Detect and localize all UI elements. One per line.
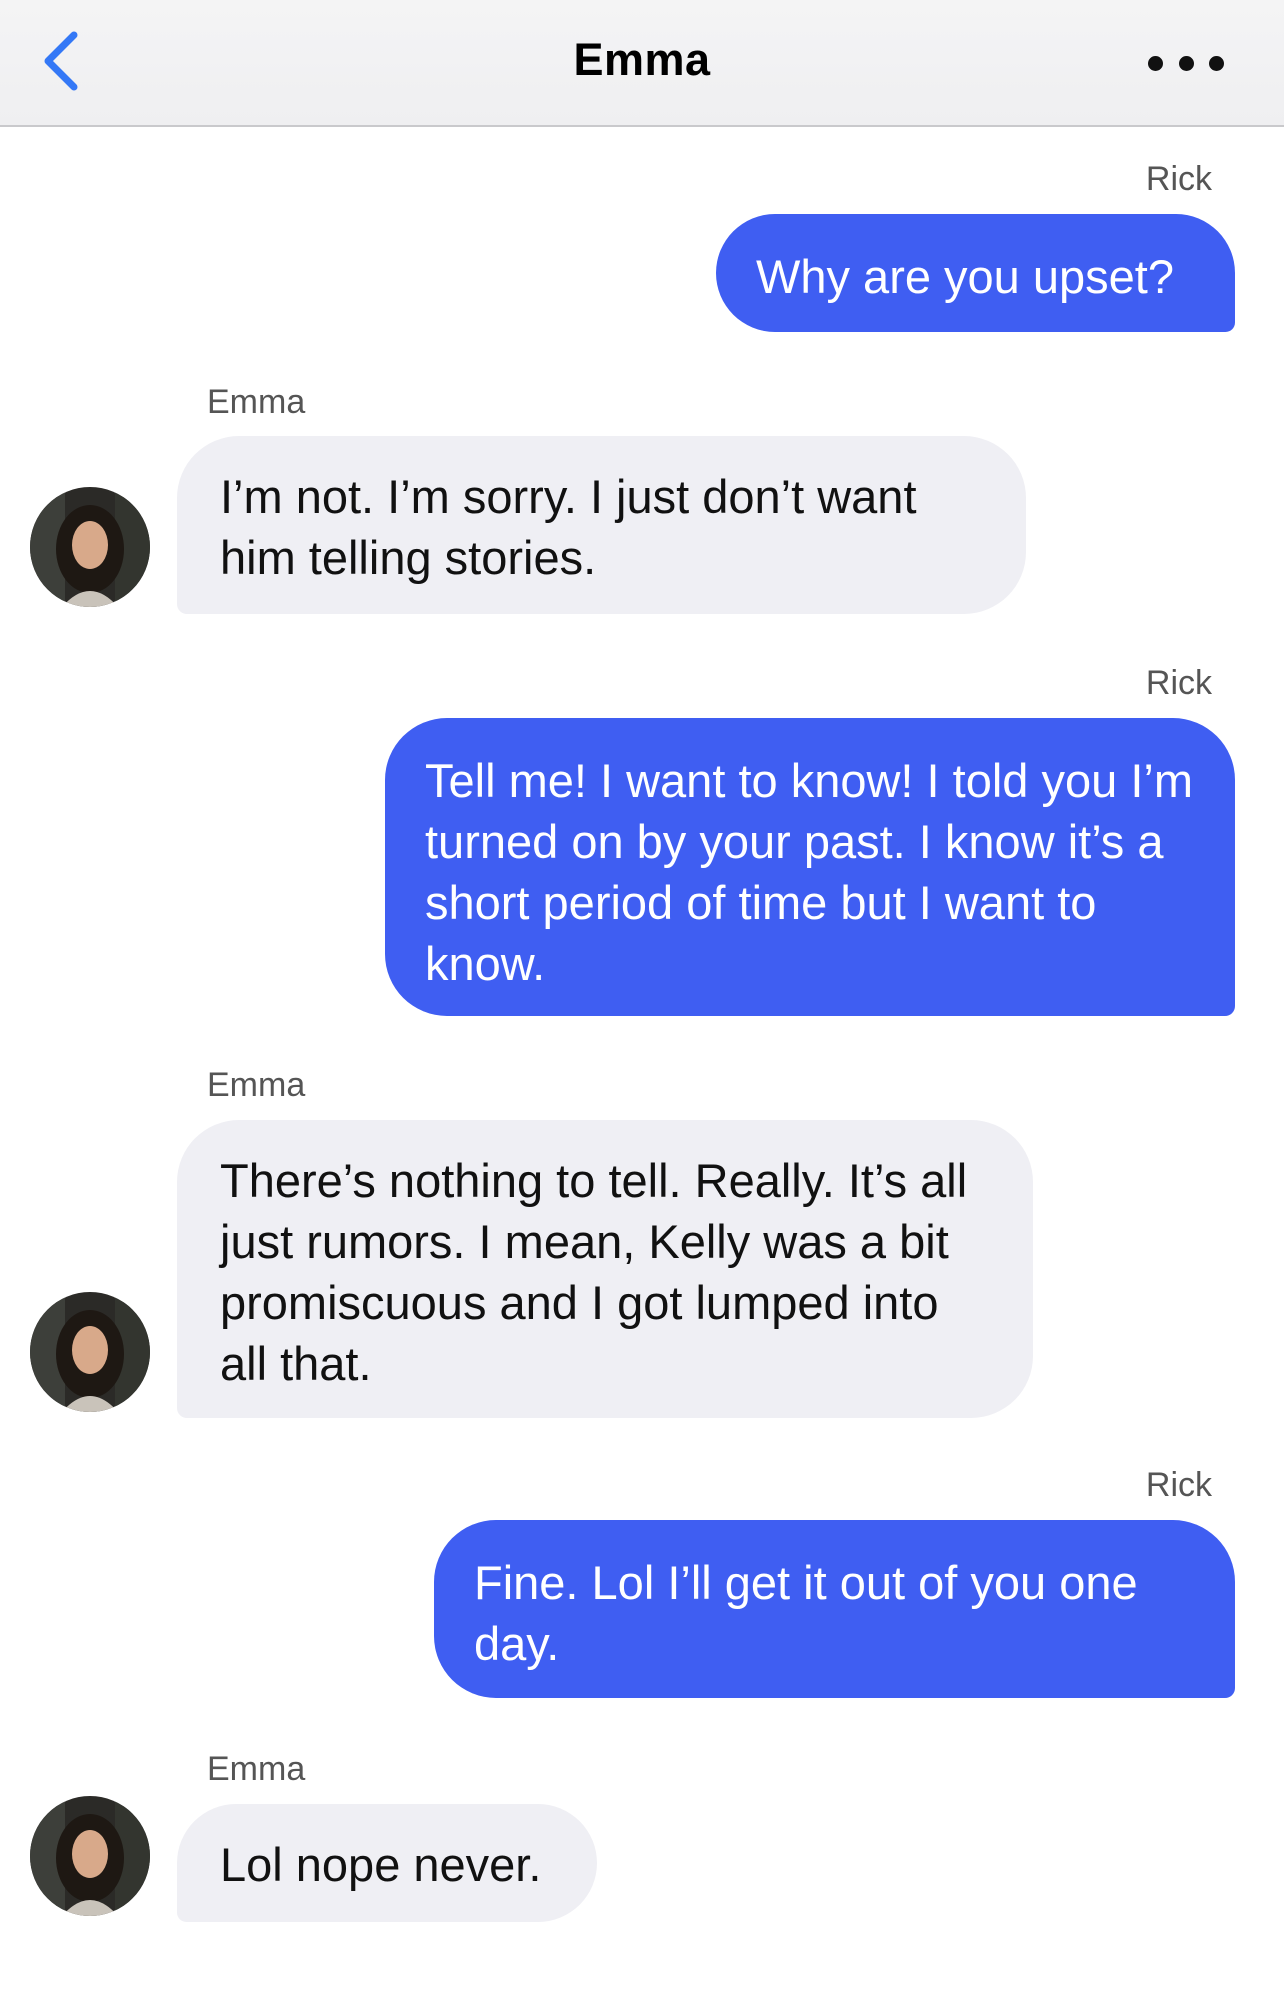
conversation-title: Emma xyxy=(573,34,711,85)
sender-name: Rick xyxy=(1145,664,1212,702)
incoming-message-bubble[interactable]: I’m not. I’m sorry. I just don’t want hi… xyxy=(177,436,1026,614)
sender-name: Emma xyxy=(207,383,306,421)
ellipsis-icon xyxy=(1148,55,1163,71)
avatar[interactable] xyxy=(30,487,150,607)
outgoing-message-bubble[interactable]: Why are you upset? xyxy=(716,214,1235,332)
incoming-message-bubble[interactable]: Lol nope never. xyxy=(177,1804,597,1922)
outgoing-message-bubble[interactable]: Fine. Lol I’ll get it out of you one day… xyxy=(434,1520,1235,1698)
avatar-image xyxy=(30,1796,150,1916)
avatar-image xyxy=(30,1292,150,1412)
sender-name: Emma xyxy=(207,1066,306,1104)
incoming-message-bubble[interactable]: There’s nothing to tell. Really. It’s al… xyxy=(177,1120,1033,1418)
more-options-button[interactable] xyxy=(1148,48,1224,78)
avatar-image xyxy=(30,487,150,607)
outgoing-message-bubble[interactable]: Tell me! I want to know! I told you I’m … xyxy=(385,718,1235,1016)
navigation-bar: Emma xyxy=(0,0,1284,127)
sender-name: Emma xyxy=(207,1750,306,1788)
sender-name: Rick xyxy=(1145,160,1212,198)
sender-name: Rick xyxy=(1145,1466,1212,1504)
avatar[interactable] xyxy=(30,1292,150,1412)
avatar[interactable] xyxy=(30,1796,150,1916)
